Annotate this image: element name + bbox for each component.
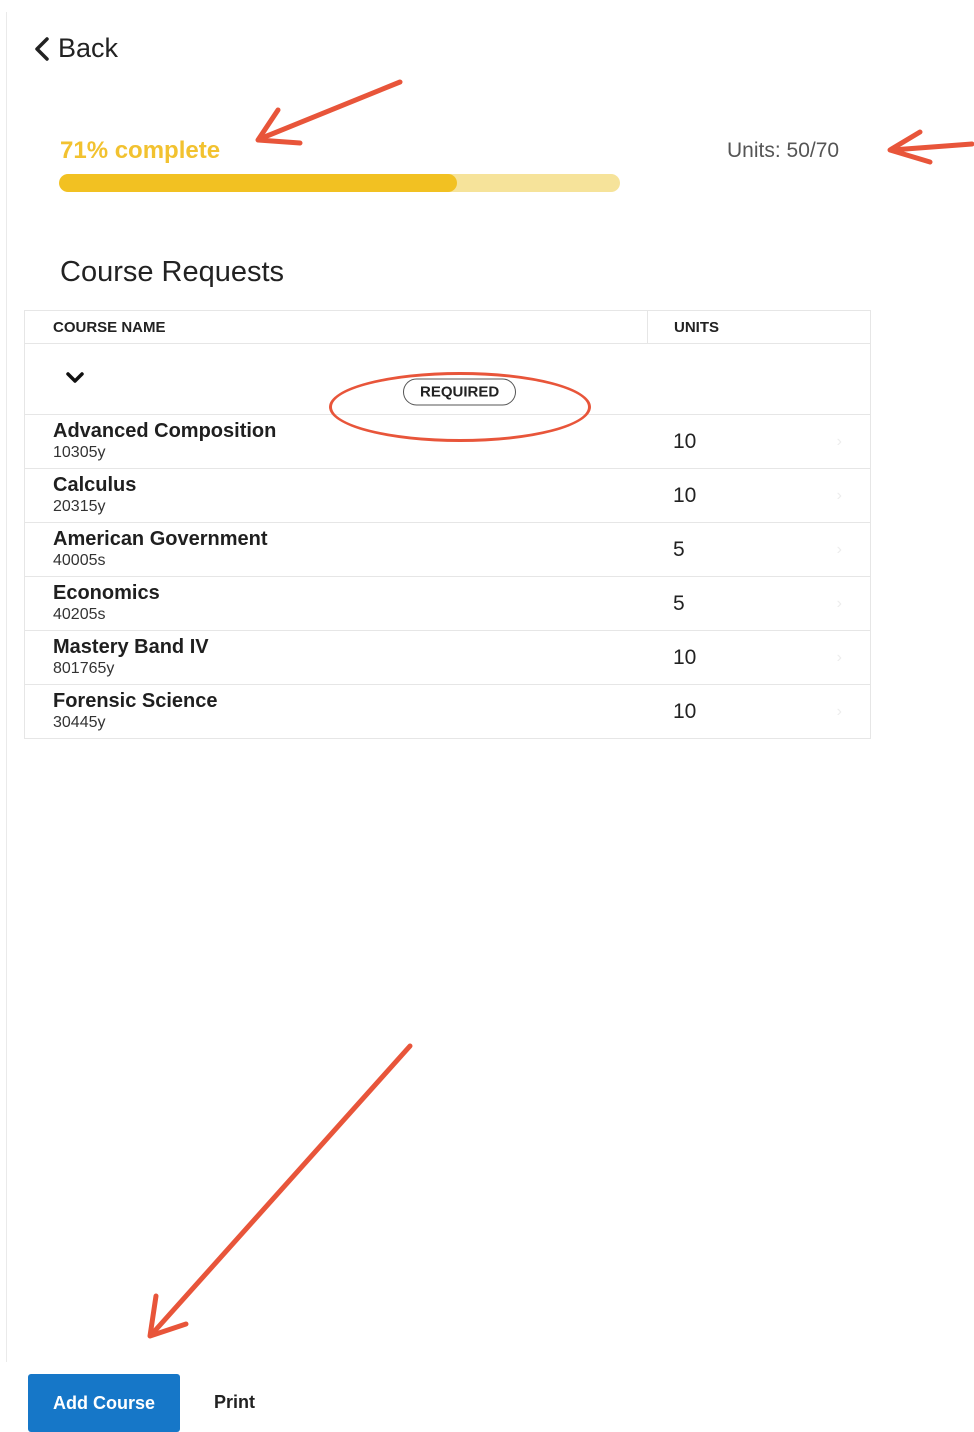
course-name: Mastery Band IV — [53, 636, 209, 658]
course-code: 20315y — [53, 498, 106, 515]
course-code: 30445y — [53, 714, 106, 731]
chevron-down-icon[interactable] — [63, 368, 87, 388]
units-summary: Units: 50/70 — [727, 139, 840, 162]
annotation-arrow-add-course — [147, 1043, 413, 1339]
chevron-right-icon: › — [836, 703, 842, 720]
section-title: Course Requests — [60, 256, 285, 288]
table-row[interactable]: Advanced Composition 10305y 10 › — [25, 415, 870, 469]
course-name: Economics — [53, 582, 160, 604]
course-code: 10305y — [53, 444, 106, 461]
required-badge: REQUIRED — [403, 378, 517, 406]
course-code: 40205s — [53, 606, 106, 623]
course-info: American Government 40005s — [25, 528, 647, 571]
course-requests-table: COURSE NAME UNITS REQUIRED Advanced Comp… — [24, 310, 871, 739]
progress-bar-fill — [59, 174, 458, 192]
course-info: Advanced Composition 10305y — [25, 420, 647, 463]
table-row[interactable]: Economics 40205s 5 › — [25, 577, 870, 631]
chevron-right-icon: › — [836, 649, 842, 666]
column-header-course-name: COURSE NAME — [53, 318, 166, 336]
print-button[interactable]: Print — [214, 1392, 255, 1413]
progress-label: 71% complete — [60, 137, 221, 164]
progress-bar — [59, 174, 620, 192]
table-row[interactable]: Mastery Band IV 801765y 10 › — [25, 631, 870, 685]
column-header-units: UNITS — [647, 311, 870, 343]
table-row[interactable]: Forensic Science 30445y 10 › — [25, 685, 870, 738]
table-row[interactable]: Calculus 20315y 10 › — [25, 469, 870, 523]
back-button[interactable]: Back — [32, 33, 118, 64]
table-header: COURSE NAME UNITS — [25, 311, 870, 344]
course-code: 40005s — [53, 552, 106, 569]
course-name: American Government — [53, 528, 268, 550]
table-row[interactable]: American Government 40005s 5 › — [25, 523, 870, 577]
annotation-arrow-progress — [255, 79, 403, 146]
chevron-right-icon: › — [836, 487, 842, 504]
course-info: Calculus 20315y — [25, 474, 647, 517]
course-rows: Advanced Composition 10305y 10 › Calculus 203… — [25, 415, 870, 738]
course-name: Calculus — [53, 474, 137, 496]
chevron-left-icon — [35, 36, 49, 61]
course-info: Forensic Science 30445y — [25, 690, 647, 733]
back-label: Back — [58, 33, 119, 63]
page-edge — [6, 12, 7, 1362]
chevron-right-icon: › — [836, 541, 842, 558]
course-name: Forensic Science — [53, 690, 218, 712]
annotation-arrow-units — [887, 129, 974, 165]
course-name: Advanced Composition — [53, 420, 277, 442]
chevron-right-icon: › — [836, 433, 842, 450]
course-info: Mastery Band IV 801765y — [25, 636, 647, 679]
add-course-button[interactable]: Add Course — [28, 1374, 180, 1432]
chevron-right-icon: › — [836, 595, 842, 612]
course-code: 801765y — [53, 660, 115, 677]
required-group-row: REQUIRED — [25, 344, 870, 442]
course-info: Economics 40205s — [25, 582, 647, 625]
